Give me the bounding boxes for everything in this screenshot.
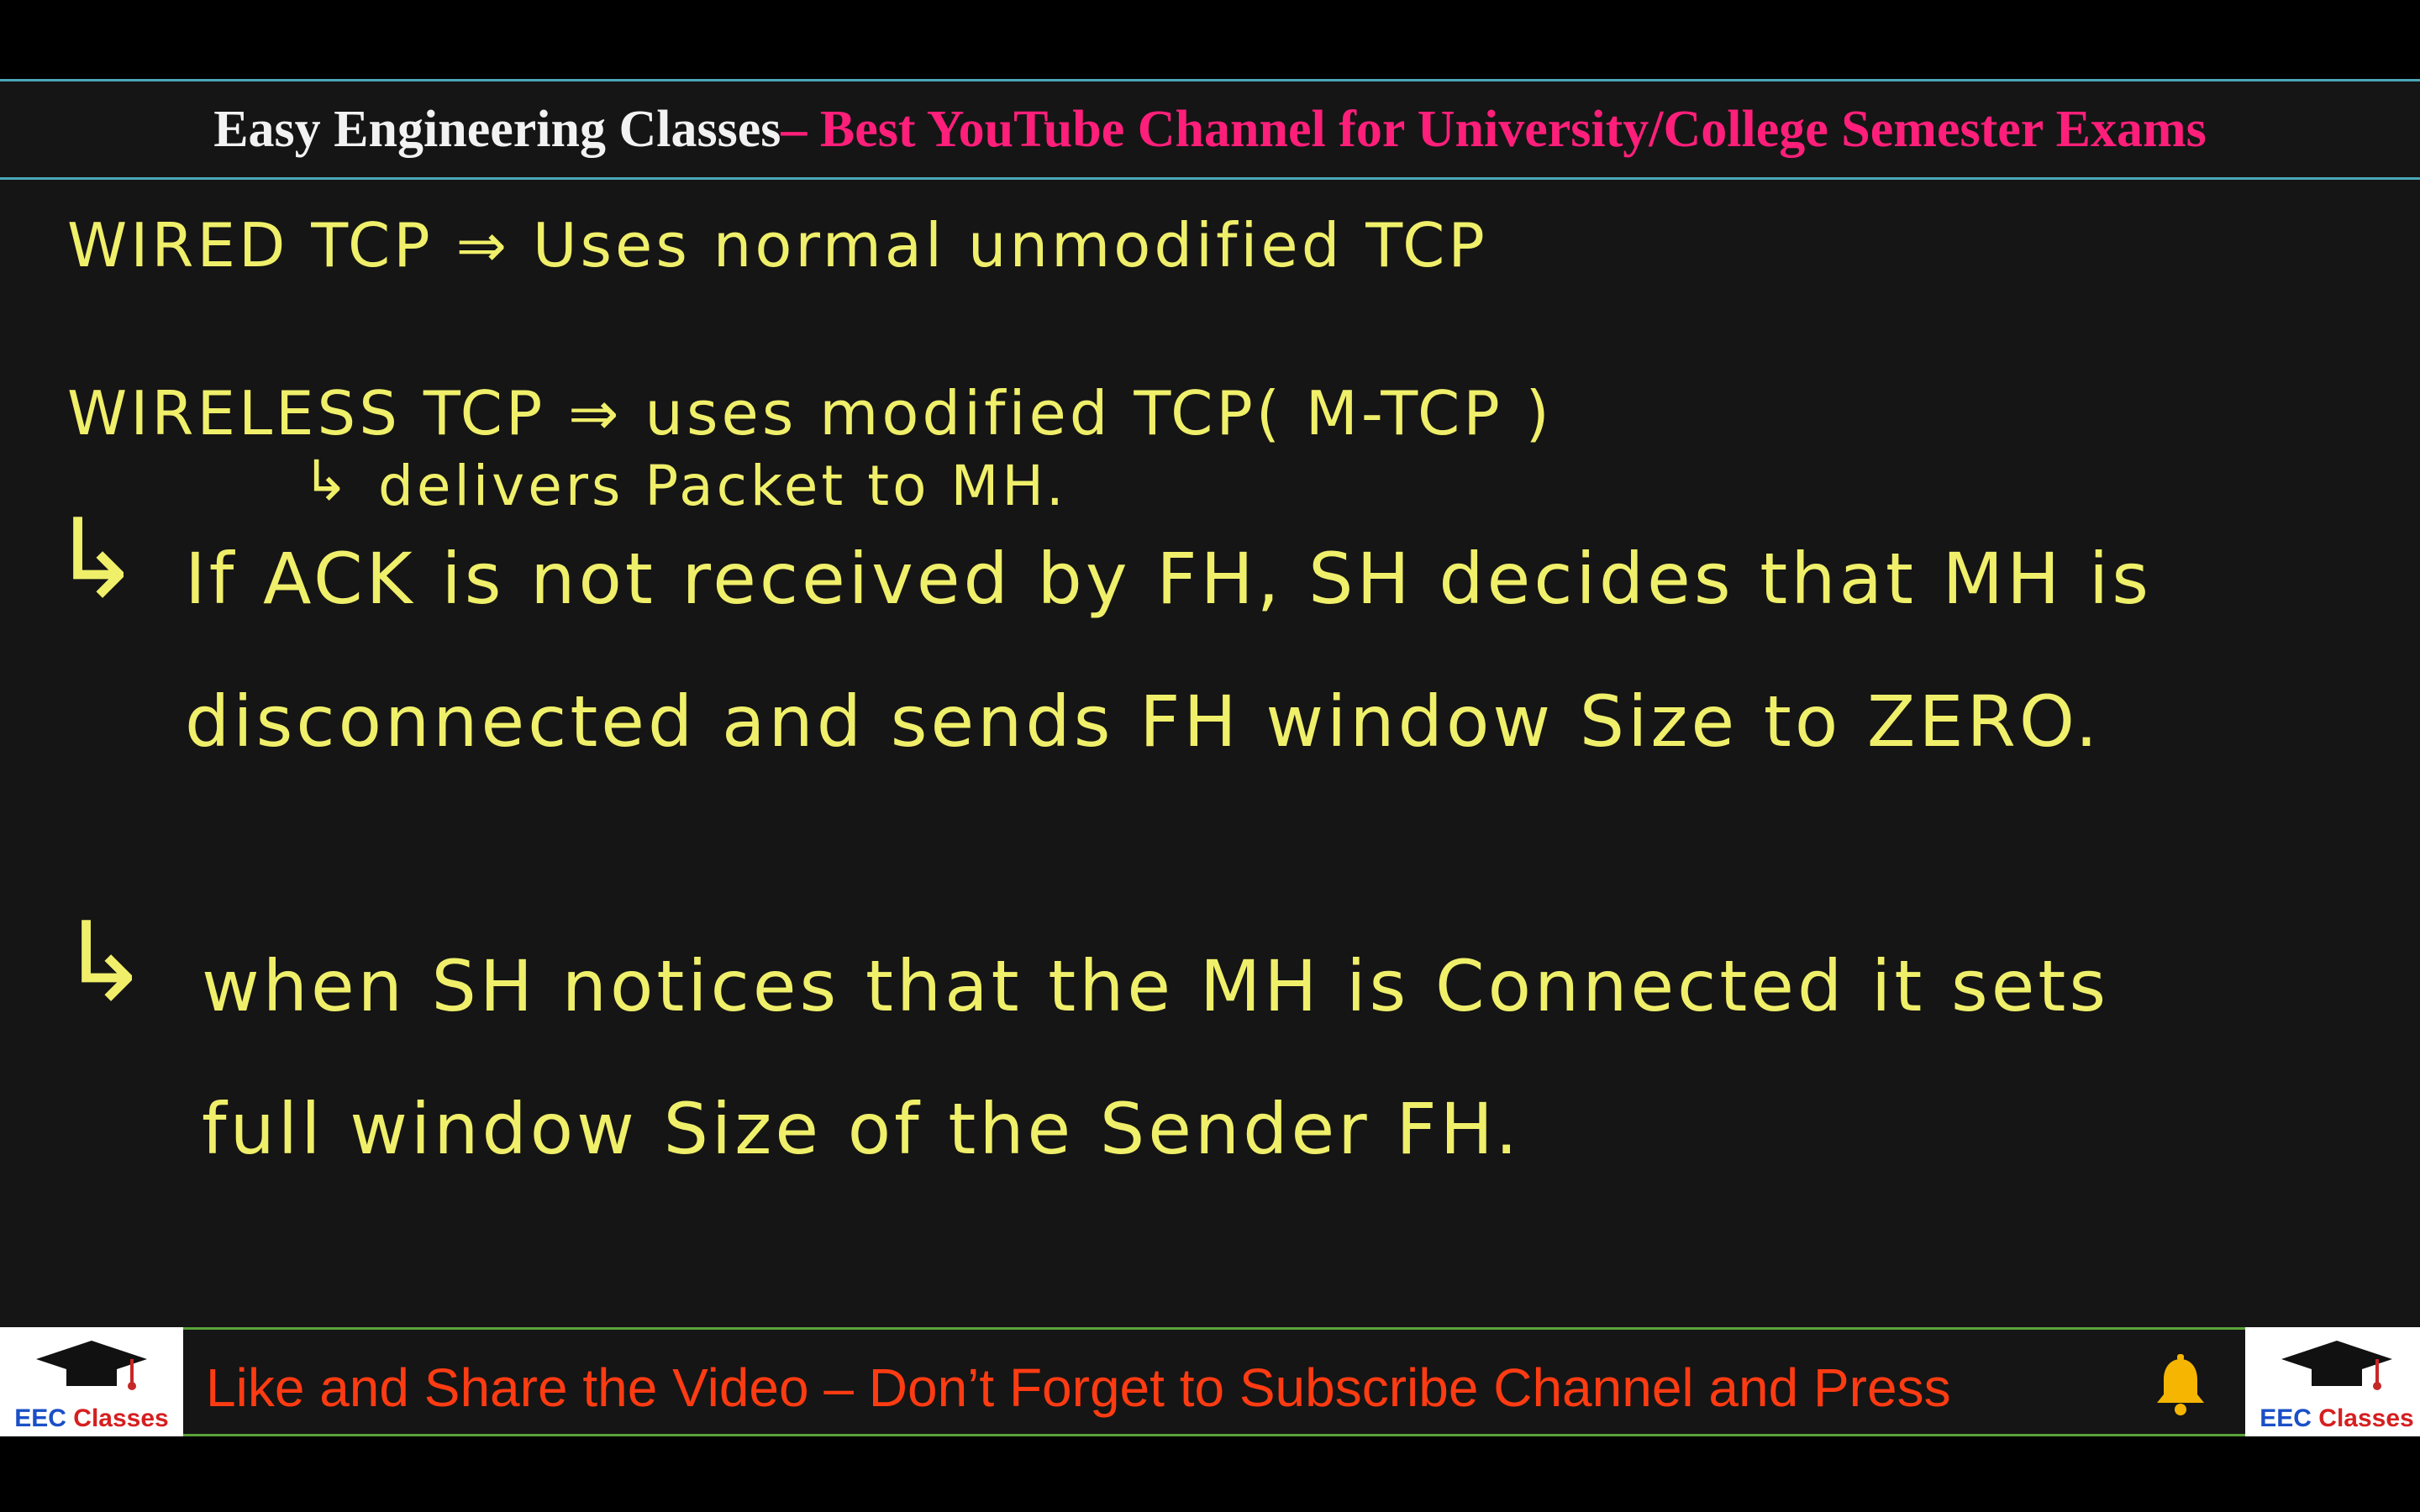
point2-line1: when SH notices that the MH is Connected… <box>202 945 2110 1027</box>
hook-arrow-icon: ↳ <box>302 449 350 513</box>
bell-icon[interactable] <box>2147 1352 2214 1420</box>
title-banner: Easy Engineering Classes – Best YouTube … <box>0 79 2420 180</box>
hook-arrow-icon: ↳ <box>59 898 150 1026</box>
hook-arrow-icon: ↳ <box>50 495 142 622</box>
video-frame: Easy Engineering Classes – Best YouTube … <box>0 0 2420 1512</box>
point2-line2: full window Size of the Sender FH. <box>202 1088 1522 1170</box>
channel-name: Easy Engineering Classes <box>213 100 781 158</box>
logo-label-classes: Classes <box>2311 1404 2414 1432</box>
channel-tagline: – Best YouTube Channel for University/Co… <box>781 100 2207 158</box>
eec-logo: EEC Classes <box>0 1327 183 1436</box>
wired-tcp-line: WIRED TCP ⇒ Uses normal unmodified TCP <box>67 210 1488 281</box>
wireless-tcp-line: WIRELESS TCP ⇒ uses modified TCP( M-TCP … <box>67 378 1553 449</box>
eec-logo: EEC Classes <box>2245 1327 2420 1436</box>
delivers-packet-line: delivers Packet to MH. <box>378 454 1067 518</box>
graduation-cap-icon <box>36 1341 147 1390</box>
logo-label-classes: Classes <box>66 1404 169 1432</box>
point1-line1: If ACK is not received by FH, SH decides… <box>185 538 2153 620</box>
logo-label-eec: EEC <box>14 1404 66 1432</box>
graduation-cap-icon <box>2281 1341 2392 1390</box>
logo-label-eec: EEC <box>2260 1404 2312 1432</box>
subscribe-message: Like and Share the Video – Don’t Forget … <box>206 1357 1951 1418</box>
point1-line2: disconnected and sends FH window Size to… <box>185 680 2102 763</box>
